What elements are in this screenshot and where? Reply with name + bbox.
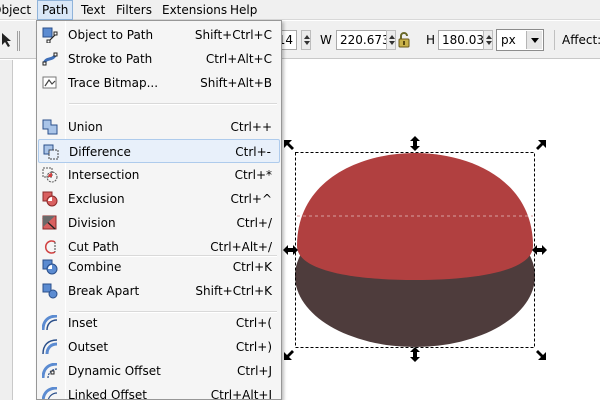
- menu-item-shortcut: Shift+Ctrl+K: [195, 284, 272, 298]
- menu-item-shortcut: Ctrl+K: [232, 260, 272, 274]
- select-tool-arrow-icon[interactable]: [1, 32, 13, 48]
- menu-item-inset[interactable]: Inset Ctrl+(: [38, 311, 280, 335]
- cut-path-icon: [45, 240, 56, 254]
- menu-item-combine[interactable]: Combine Ctrl+K: [38, 255, 280, 279]
- menu-item-intersection[interactable]: Intersection Ctrl+*: [38, 163, 280, 187]
- object-to-path-icon: [42, 27, 58, 43]
- menu-item-shortcut: Ctrl+^: [230, 192, 272, 206]
- menu-item-label: Difference: [69, 145, 131, 159]
- menu-item-dynamic-offset[interactable]: Dynamic Offset Ctrl+J: [38, 359, 280, 383]
- menu-filters[interactable]: Filters: [112, 0, 156, 20]
- menubar: Object Path Text Filters Extensions Help: [0, 0, 600, 20]
- menu-item-label: Linked Offset: [68, 388, 148, 400]
- inset-icon: [42, 315, 58, 331]
- unit-select[interactable]: px: [496, 29, 544, 51]
- x-input[interactable]: 814: [281, 30, 297, 50]
- menu-item-label: Outset: [68, 340, 109, 354]
- menu-item-label: Union: [68, 120, 103, 134]
- menu-item-break-apart[interactable]: Break Apart Shift+Ctrl+K: [38, 279, 280, 303]
- menu-object[interactable]: Object: [0, 0, 35, 20]
- menu-item-label: Combine: [68, 260, 122, 274]
- menu-item-label: Stroke to Path: [68, 52, 153, 66]
- menu-item-label: Object to Path: [68, 28, 154, 42]
- menu-extensions[interactable]: Extensions: [158, 0, 231, 20]
- union-icon: [42, 119, 58, 135]
- combine-icon: [42, 259, 58, 275]
- unit-select-value: px: [501, 33, 516, 47]
- handle-top-left-icon: [284, 140, 294, 150]
- menu-help[interactable]: Help: [226, 0, 261, 20]
- menu-item-stroke-to-path[interactable]: Stroke to Path Ctrl+Alt+C: [38, 47, 280, 71]
- height-spinner[interactable]: [483, 30, 493, 50]
- trace-bitmap-icon: [42, 76, 57, 89]
- stroke-to-path-icon: [42, 52, 58, 66]
- menu-item-shortcut: Ctrl+): [235, 340, 272, 354]
- menu-item-shortcut: Ctrl+*: [234, 168, 272, 182]
- outset-icon: [42, 339, 58, 355]
- menu-item-difference[interactable]: Difference Ctrl+-: [38, 139, 280, 163]
- dynamic-offset-icon: [42, 363, 58, 379]
- exclusion-icon: [42, 191, 58, 207]
- menu-item-union[interactable]: Union Ctrl++: [38, 115, 280, 139]
- menu-item-shortcut: Shift+Alt+B: [200, 76, 272, 90]
- handle-bottom-left-icon: [284, 350, 294, 360]
- menu-item-label: Intersection: [68, 168, 140, 182]
- menu-item-shortcut: Ctrl+J: [237, 364, 272, 378]
- w-label: W: [320, 33, 332, 47]
- menu-item-label: Exclusion: [68, 192, 125, 206]
- menu-item-trace-bitmap[interactable]: Trace Bitmap... Shift+Alt+B: [38, 71, 280, 95]
- break-apart-icon: [42, 283, 58, 299]
- width-input[interactable]: 220.673: [336, 30, 390, 50]
- handle-bottom-icon: [410, 347, 420, 362]
- menu-item-label: Dynamic Offset: [68, 364, 161, 378]
- menu-item-shortcut: Ctrl+Alt+J: [210, 388, 272, 400]
- difference-icon: [43, 144, 59, 160]
- toolbar-grip-icon: [17, 31, 20, 51]
- menu-path[interactable]: Path: [37, 0, 74, 20]
- menu-item-shortcut: Ctrl+Alt+C: [205, 52, 272, 66]
- handle-top-right-icon: [536, 140, 546, 150]
- menu-item-object-to-path[interactable]: Object to Path Shift+Ctrl+C: [38, 23, 280, 47]
- menu-item-label: Trace Bitmap...: [68, 76, 159, 90]
- menu-text[interactable]: Text: [77, 0, 109, 20]
- chevron-down-icon[interactable]: [526, 31, 542, 49]
- menu-item-label: Break Apart: [68, 284, 140, 298]
- path-menu-dropdown: Object to Path Shift+Ctrl+C Stroke to Pa…: [36, 20, 282, 400]
- h-label: H: [426, 33, 436, 47]
- linked-offset-icon: [42, 387, 58, 399]
- handle-bottom-right-icon: [536, 350, 546, 360]
- handle-top-icon: [410, 136, 420, 151]
- affect-label: Affect:: [562, 33, 600, 47]
- menu-item-label: Inset: [68, 316, 98, 330]
- menu-item-exclusion[interactable]: Exclusion Ctrl+^: [38, 187, 280, 211]
- lock-icon[interactable]: [397, 31, 411, 49]
- menu-item-division[interactable]: Division Ctrl+/: [38, 211, 280, 235]
- intersection-icon: [42, 167, 58, 183]
- division-icon: [42, 215, 57, 230]
- menu-item-outset[interactable]: Outset Ctrl+): [38, 335, 280, 359]
- menu-item-shortcut: Ctrl+-: [235, 145, 271, 159]
- width-spinner[interactable]: [386, 30, 396, 50]
- menu-item-shortcut: Ctrl+/: [236, 216, 272, 230]
- menu-item-shortcut: Shift+Ctrl+C: [194, 28, 272, 42]
- toolbar-separator: [554, 30, 555, 50]
- menu-item-shortcut: Ctrl++: [230, 120, 272, 134]
- x-spinner[interactable]: [301, 30, 311, 50]
- vertical-ruler: [0, 60, 13, 400]
- height-input[interactable]: 180.039: [438, 30, 492, 50]
- menu-item-shortcut: Ctrl+(: [235, 316, 272, 330]
- menu-separator: [69, 103, 277, 105]
- menu-item-linked-offset[interactable]: Linked Offset Ctrl+Alt+J: [38, 383, 280, 400]
- menu-item-label: Division: [68, 216, 116, 230]
